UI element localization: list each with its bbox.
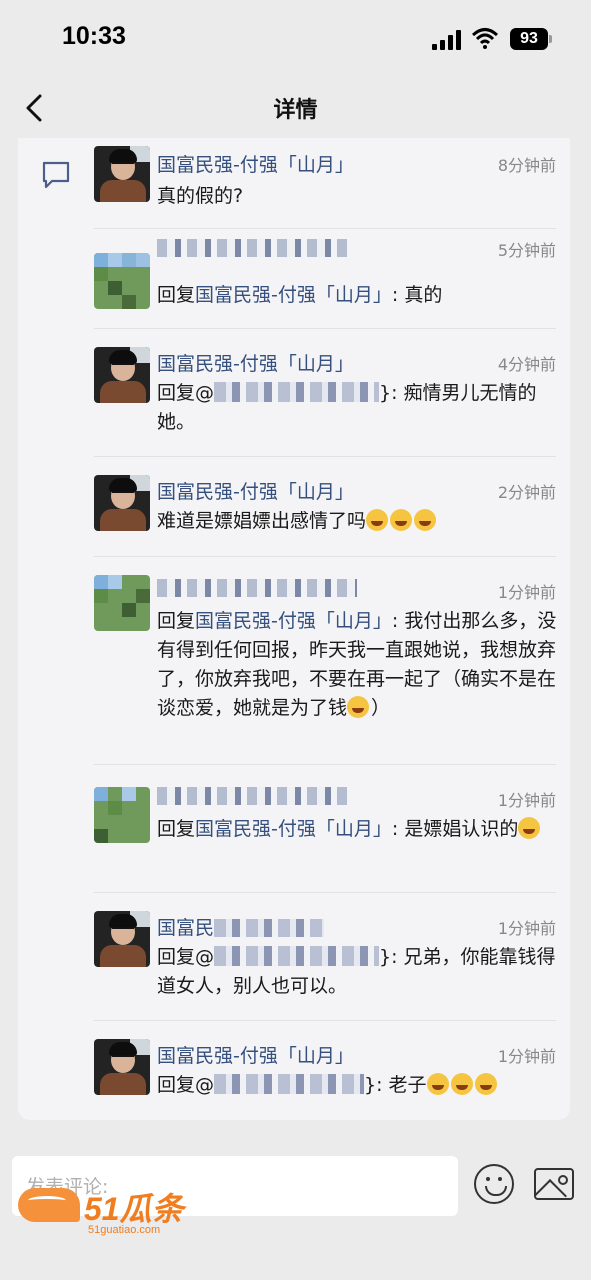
comment-text: 回复国富民强-付强「山月」: 真的 xyxy=(157,281,557,310)
comment-text: 回复@}: 痴情男儿无情的她。 xyxy=(157,379,557,437)
laughing-crying-emoji-icon xyxy=(366,509,389,531)
crying-emoji-icon xyxy=(518,817,541,839)
laughing-crying-emoji-icon xyxy=(414,509,437,531)
watermark-fish-icon xyxy=(18,1188,80,1222)
commenter-name[interactable]: 国富民强-付强「山月」 xyxy=(157,150,354,177)
reply-item[interactable]: 国富民强-付强「山月」 1分钟前 回复@ }: 老子 xyxy=(94,1020,556,1116)
crying-emoji-icon xyxy=(347,696,370,718)
avatar[interactable] xyxy=(94,1039,150,1095)
comment-text: 回复国富民强-付强「山月」: 我付出那么多，没有得到任何回报，昨天我一直跟她说，… xyxy=(157,607,557,723)
commenter-name[interactable]: 国富民强-付强「山月」 xyxy=(157,477,354,504)
reply-body: : 是嫖娼认识的 xyxy=(391,818,519,840)
comment-item[interactable]: 国富民强-付强「山月」 2分钟前 难道是嫖娼嫖出感情了吗 xyxy=(94,456,556,556)
avatar[interactable] xyxy=(94,911,150,967)
avatar[interactable] xyxy=(94,475,150,531)
reply-target-name[interactable]: 国富民强-付强「山月」 xyxy=(195,610,392,632)
nav-bar: 详情 xyxy=(0,78,591,138)
emoji-picker-icon[interactable] xyxy=(474,1164,514,1204)
reply-body: }: 老子 xyxy=(364,1074,427,1096)
reply-item[interactable]: 国富民 1分钟前 回复@}: 兄弟，你能靠钱得道女人，别人也可以。 xyxy=(94,892,556,1020)
status-bar: 10:33 93 xyxy=(0,0,591,78)
comment-text: 难道是嫖娼嫖出感情了吗 xyxy=(157,507,557,536)
reply-prefix: 回复 xyxy=(157,818,196,840)
commenter-name[interactable]: 国富民 xyxy=(157,913,325,940)
comment-time: 1分钟前 xyxy=(497,919,556,938)
watermark-url: 51guatiao.com xyxy=(88,1224,161,1236)
comment-time: 1分钟前 xyxy=(497,791,556,810)
comment-text: 真的假的? xyxy=(157,185,244,207)
avatar[interactable] xyxy=(94,575,150,631)
reply-body: : 真的 xyxy=(391,284,443,306)
reply-item[interactable]: 1分钟前 回复国富民强-付强「山月」: 我付出那么多，没有得到任何回报，昨天我一… xyxy=(94,556,556,764)
comment-body: 难道是嫖娼嫖出感情了吗 xyxy=(157,510,367,532)
reply-prefix: 回复@ xyxy=(157,946,215,968)
salute-emoji-icon xyxy=(426,1073,449,1095)
comment-time: 8分钟前 xyxy=(497,156,556,175)
signal-icon xyxy=(432,30,462,50)
salute-emoji-icon xyxy=(450,1073,473,1095)
salute-emoji-icon xyxy=(474,1073,497,1095)
comment-text: 回复@ }: 老子 xyxy=(157,1071,557,1100)
redacted-mention[interactable] xyxy=(214,382,380,402)
battery-cap xyxy=(549,35,552,43)
status-time: 10:33 xyxy=(62,22,126,50)
commenter-name[interactable]: 国富民强-付强「山月」 xyxy=(157,349,354,376)
comment-item[interactable]: 国富民强-付强「山月」 8分钟前 真的假的? xyxy=(94,144,556,224)
reply-target-name[interactable]: 国富民强-付强「山月」 xyxy=(195,284,392,306)
battery-indicator: 93 xyxy=(510,28,548,50)
reply-prefix: 回复@ xyxy=(157,1074,215,1096)
commenter-name-redacted[interactable] xyxy=(157,579,357,597)
redacted-mention[interactable] xyxy=(214,1074,365,1094)
reply-prefix: 回复 xyxy=(157,610,196,632)
comment-text: 回复@}: 兄弟，你能靠钱得道女人，别人也可以。 xyxy=(157,943,557,1001)
commenter-name-redacted[interactable] xyxy=(157,239,347,257)
reply-prefix: 回复@ xyxy=(157,382,215,404)
reply-target-name[interactable]: 国富民强-付强「山月」 xyxy=(195,818,392,840)
avatar[interactable] xyxy=(94,347,150,403)
redacted-mention[interactable] xyxy=(214,946,380,966)
commenter-name[interactable]: 国富民强-付强「山月」 xyxy=(157,1041,354,1068)
reply-item[interactable]: 国富民强-付强「山月」 4分钟前 回复@}: 痴情男儿无情的她。 xyxy=(94,328,556,456)
reply-item[interactable]: 1分钟前 回复国富民强-付强「山月」: 是嫖娼认识的 xyxy=(94,764,556,892)
redacted-name-part xyxy=(214,919,325,937)
comment-time: 1分钟前 xyxy=(497,583,556,602)
avatar[interactable] xyxy=(94,787,150,843)
wifi-icon xyxy=(472,28,498,49)
reply-tail: ） xyxy=(371,697,391,719)
comment-bubble-icon xyxy=(42,161,70,189)
laughing-crying-emoji-icon xyxy=(390,509,413,531)
comment-time: 2分钟前 xyxy=(497,483,556,502)
comment-time: 1分钟前 xyxy=(497,1047,556,1066)
avatar[interactable] xyxy=(94,146,150,202)
image-upload-icon[interactable] xyxy=(534,1168,574,1200)
reply-prefix: 回复 xyxy=(157,284,196,306)
avatar[interactable] xyxy=(94,253,150,309)
comment-text: 回复国富民强-付强「山月」: 是嫖娼认识的 xyxy=(157,815,557,844)
reply-item[interactable]: 5分钟前 回复国富民强-付强「山月」: 真的 xyxy=(94,228,556,328)
watermark-logo: 51瓜条 51guatiao.com xyxy=(18,1180,208,1240)
comment-time: 4分钟前 xyxy=(497,355,556,374)
page-title: 详情 xyxy=(273,98,318,123)
comment-time: 5分钟前 xyxy=(497,241,556,260)
commenter-name-redacted[interactable] xyxy=(157,787,347,805)
